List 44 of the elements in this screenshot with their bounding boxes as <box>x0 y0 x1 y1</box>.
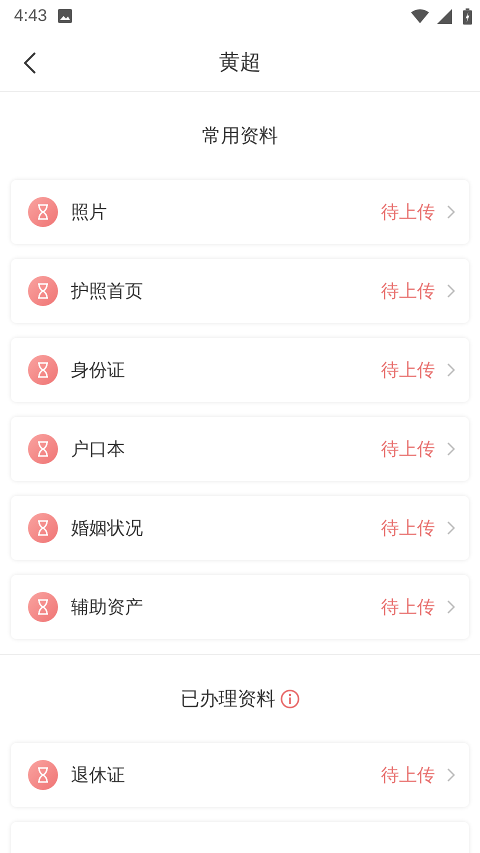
document-row[interactable]: 退休证 待上传 <box>11 743 469 807</box>
document-row[interactable]: 户口本 待上传 <box>11 417 469 481</box>
hourglass-icon <box>28 355 58 385</box>
chevron-right-icon <box>447 284 455 298</box>
document-name: 户口本 <box>71 438 126 461</box>
hourglass-icon <box>28 513 58 543</box>
section-title: 已办理资料 <box>180 687 276 712</box>
hourglass-icon <box>28 197 58 227</box>
upload-status: 待上传 <box>381 280 435 303</box>
document-row[interactable]: 辅助资产 待上传 <box>11 575 469 639</box>
document-row[interactable]: 照片 待上传 <box>11 180 469 244</box>
signal-icon <box>435 8 453 24</box>
hourglass-icon <box>28 760 58 790</box>
document-row[interactable]: 婚姻状况 待上传 <box>11 496 469 560</box>
battery-icon <box>463 8 472 24</box>
document-name: 照片 <box>71 201 108 224</box>
chevron-right-icon <box>447 521 455 535</box>
hourglass-icon <box>28 434 58 464</box>
chevron-right-icon <box>447 768 455 782</box>
chevron-right-icon <box>447 205 455 219</box>
document-row[interactable]: 护照首页 待上传 <box>11 259 469 323</box>
hourglass-icon <box>28 592 58 622</box>
hourglass-icon <box>28 276 58 306</box>
document-name: 退休证 <box>71 764 126 787</box>
status-time: 4:43 <box>14 6 48 26</box>
chevron-right-icon <box>447 363 455 377</box>
upload-status: 待上传 <box>381 517 435 540</box>
document-name: 婚姻状况 <box>71 517 144 540</box>
document-name: 身份证 <box>71 359 126 382</box>
upload-status: 待上传 <box>381 438 435 461</box>
page-title: 黄超 <box>219 48 261 76</box>
wifi-icon <box>411 8 429 24</box>
image-icon <box>57 8 74 24</box>
chevron-right-icon <box>447 442 455 456</box>
upload-status: 待上传 <box>381 596 435 619</box>
upload-status: 待上传 <box>381 201 435 224</box>
upload-status: 待上传 <box>381 764 435 787</box>
info-icon[interactable] <box>280 689 300 709</box>
document-name: 辅助资产 <box>71 596 144 619</box>
section-title: 常用资料 <box>202 124 278 149</box>
upload-status: 待上传 <box>381 359 435 382</box>
document-row[interactable]: 身份证 待上传 <box>11 338 469 402</box>
document-name: 护照首页 <box>71 280 144 303</box>
chevron-right-icon <box>447 600 455 614</box>
